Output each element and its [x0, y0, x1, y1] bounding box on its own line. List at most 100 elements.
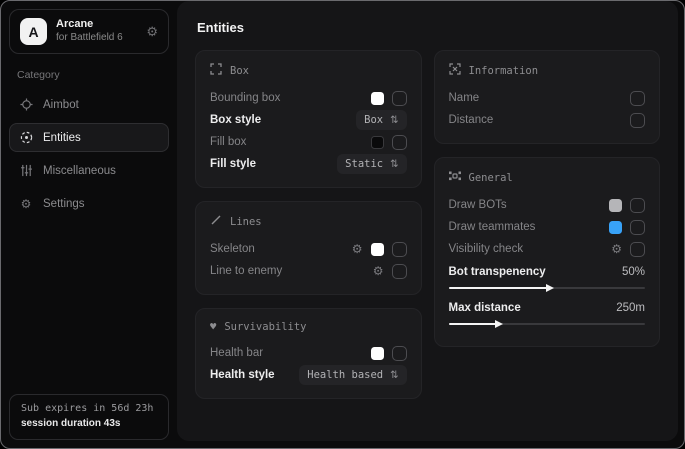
health-bar-label: Health bar — [210, 347, 263, 359]
sidebar-item-label: Settings — [43, 198, 85, 210]
line-to-enemy-row: Line to enemy ⚙ — [210, 260, 407, 282]
brand-logo: A — [20, 18, 47, 45]
gear-icon[interactable]: ⚙ — [146, 24, 158, 40]
max-distance-label: Max distance — [449, 302, 521, 314]
updown-chevron-icon: ⇅ — [390, 159, 398, 170]
heart-icon: ♥ — [210, 321, 216, 333]
dropdown-value: Static — [345, 158, 383, 170]
slider-fill — [449, 323, 496, 325]
sidebar-item-label: Entities — [43, 132, 81, 144]
fill-box-label: Fill box — [210, 136, 246, 148]
bounding-box-label: Bounding box — [210, 92, 280, 104]
box-style-row: Box style Box ⇅ — [210, 109, 407, 131]
sidebar: A Arcane for Battlefield 6 ⚙ Category Ai… — [1, 1, 177, 448]
lines-panel-header: Lines — [210, 214, 407, 229]
diagonal-line-icon — [210, 214, 222, 229]
sidebar-item-aimbot[interactable]: Aimbot — [9, 90, 169, 119]
color-swatch[interactable] — [371, 243, 384, 256]
max-distance-slider[interactable] — [449, 323, 646, 325]
session-duration-text: session duration 43s — [21, 417, 157, 432]
dropdown-value: Box — [364, 114, 383, 126]
entities-icon — [19, 131, 33, 144]
survivability-panel-header: ♥ Survivability — [210, 321, 407, 333]
bounding-box-row: Bounding box — [210, 87, 407, 109]
bounding-box-checkbox[interactable] — [392, 91, 407, 106]
crosshair-icon — [19, 98, 33, 111]
color-swatch[interactable] — [371, 136, 384, 149]
bot-transparency-row: Bot transpenency 50% — [449, 262, 646, 282]
line-to-enemy-label: Line to enemy — [210, 265, 282, 277]
draw-teammates-row: Draw teammates — [449, 216, 646, 238]
left-column: Box Bounding box Box style Box ⇅ — [195, 50, 422, 399]
sidebar-item-miscellaneous[interactable]: Miscellaneous — [9, 156, 169, 185]
general-panel: General Draw BOTs Draw teammates — [434, 157, 661, 347]
page-title: Entities — [197, 20, 658, 35]
survivability-panel: ♥ Survivability Health bar Health style — [195, 308, 422, 399]
color-swatch[interactable] — [371, 347, 384, 360]
color-swatch[interactable] — [609, 221, 622, 234]
health-style-row: Health style Health based ⇅ — [210, 364, 407, 386]
brand-subtitle: for Battlefield 6 — [56, 32, 137, 45]
gear-icon[interactable]: ⚙ — [373, 265, 384, 277]
general-panel-title: General — [469, 172, 513, 184]
slider-fill — [449, 287, 547, 289]
sidebar-item-label: Aimbot — [43, 99, 79, 111]
general-panel-header: General — [449, 170, 646, 185]
draw-teammates-label: Draw teammates — [449, 221, 536, 233]
information-panel-header: Information — [449, 63, 646, 78]
box-panel: Box Bounding box Box style Box ⇅ — [195, 50, 422, 188]
name-label: Name — [449, 92, 480, 104]
brand-text: Arcane for Battlefield 6 — [56, 18, 137, 44]
max-distance-row: Max distance 250m — [449, 298, 646, 318]
visibility-check-row: Visibility check ⚙ — [449, 238, 646, 260]
distance-row: Distance — [449, 109, 646, 131]
color-swatch[interactable] — [609, 199, 622, 212]
slider-thumb[interactable] — [546, 284, 554, 292]
gear-icon: ⚙ — [19, 197, 33, 211]
health-style-label: Health style — [210, 369, 275, 381]
updown-chevron-icon: ⇅ — [390, 115, 398, 126]
health-bar-checkbox[interactable] — [392, 346, 407, 361]
fill-box-checkbox[interactable] — [392, 135, 407, 150]
draw-bots-checkbox[interactable] — [630, 198, 645, 213]
subscription-card: Sub expires in 56d 23h session duration … — [9, 394, 169, 440]
box-style-label: Box style — [210, 114, 261, 126]
skeleton-label: Skeleton — [210, 243, 255, 255]
draw-teammates-checkbox[interactable] — [630, 220, 645, 235]
survivability-panel-title: Survivability — [224, 321, 306, 333]
sidebar-item-label: Miscellaneous — [43, 165, 116, 177]
color-swatch[interactable] — [371, 92, 384, 105]
max-distance-value: 250m — [616, 302, 645, 314]
box-panel-header: Box — [210, 63, 407, 78]
fill-style-dropdown[interactable]: Static ⇅ — [337, 154, 406, 174]
sidebar-item-entities[interactable]: Entities — [9, 123, 169, 152]
sliders-icon — [19, 164, 33, 177]
information-panel: Information Name Distance — [434, 50, 661, 144]
box-style-dropdown[interactable]: Box ⇅ — [356, 110, 406, 130]
box-corners-icon — [210, 63, 222, 78]
bot-transparency-slider[interactable] — [449, 287, 646, 289]
bot-transparency-value: 50% — [622, 266, 645, 278]
name-row: Name — [449, 87, 646, 109]
skeleton-checkbox[interactable] — [392, 242, 407, 257]
brand-title: Arcane — [56, 18, 137, 32]
category-label: Category — [17, 69, 161, 81]
info-asterisk-icon — [449, 63, 461, 78]
line-to-enemy-checkbox[interactable] — [392, 264, 407, 279]
lines-panel-title: Lines — [230, 216, 262, 228]
visibility-check-label: Visibility check — [449, 243, 524, 255]
bot-transparency-label: Bot transpenency — [449, 266, 546, 278]
distance-checkbox[interactable] — [630, 113, 645, 128]
gear-icon[interactable]: ⚙ — [352, 243, 363, 255]
name-checkbox[interactable] — [630, 91, 645, 106]
distance-label: Distance — [449, 114, 494, 126]
fill-style-row: Fill style Static ⇅ — [210, 153, 407, 175]
visibility-check-checkbox[interactable] — [630, 242, 645, 257]
right-column: Information Name Distance — [434, 50, 661, 399]
slider-thumb[interactable] — [495, 320, 503, 328]
sub-expiry-text: Sub expires in 56d 23h — [21, 402, 157, 417]
gear-icon[interactable]: ⚙ — [611, 243, 622, 255]
health-style-dropdown[interactable]: Health based ⇅ — [299, 365, 406, 385]
sidebar-item-settings[interactable]: ⚙ Settings — [9, 189, 169, 218]
grid-icon — [449, 170, 461, 185]
